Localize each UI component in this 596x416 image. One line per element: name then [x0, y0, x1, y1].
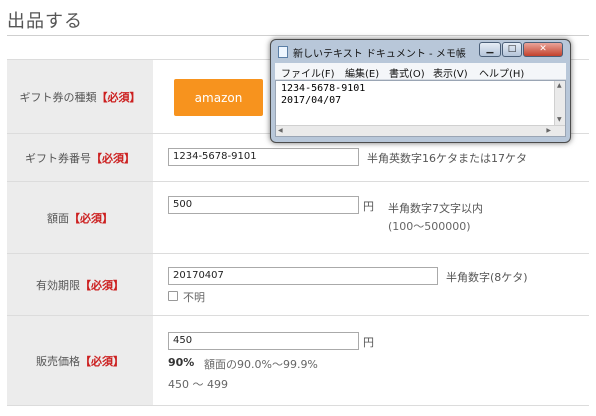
notepad-line: 1234-5678-9101: [281, 83, 366, 94]
menu-help[interactable]: ヘルプ(H): [479, 65, 524, 80]
title-divider: [7, 35, 589, 36]
required-mark: 【必須】: [91, 151, 135, 165]
menu-format[interactable]: 書式(O): [389, 65, 425, 80]
gift-number-label: ギフト券番号 【必須】: [7, 134, 153, 181]
price-value: 450 円 90% 額面の90.0%〜99.9% 450 〜 499: [153, 316, 589, 405]
scroll-left-icon[interactable]: ◀: [278, 128, 283, 134]
face-value-value: 500 円 半角数字7文字以内 (100〜500000): [153, 182, 589, 253]
face-value-hint: 半角数字7文字以内: [388, 202, 483, 215]
expiry-unknown-label: 不明: [183, 291, 205, 304]
face-value-label-text: 額面: [47, 211, 69, 225]
required-mark: 【必須】: [96, 90, 141, 104]
notepad-menubar: ファイル(F) 編集(E) 書式(O) 表示(V) ヘルプ(H): [275, 63, 566, 80]
scroll-down-icon[interactable]: ▼: [557, 117, 562, 123]
face-value-label: 額面 【必須】: [7, 182, 153, 253]
face-value-unit: 円: [363, 200, 374, 213]
notepad-title: 新しいテキスト ドキュメント - メモ帳: [293, 49, 466, 60]
required-mark: 【必須】: [69, 211, 113, 225]
expiry-label: 有効期限 【必須】: [7, 254, 153, 315]
gift-number-input[interactable]: 1234-5678-9101: [168, 148, 359, 166]
price-percent-note: 額面の90.0%〜99.9%: [204, 358, 318, 371]
required-mark: 【必須】: [80, 354, 124, 368]
notepad-window[interactable]: 新しいテキスト ドキュメント - メモ帳 ▁ □ ✕ ファイル(F) 編集(E)…: [270, 39, 571, 143]
face-value-input[interactable]: 500: [168, 196, 359, 214]
notepad-line: 2017/04/07: [281, 95, 342, 106]
gift-number-label-text: ギフト券番号: [25, 151, 91, 165]
price-label: 販売価格 【必須】: [7, 316, 153, 405]
required-mark: 【必須】: [80, 278, 124, 292]
menu-file[interactable]: ファイル(F): [281, 65, 335, 80]
notepad-titlebar[interactable]: 新しいテキスト ドキュメント - メモ帳 ▁ □ ✕: [271, 40, 570, 63]
price-input[interactable]: 450: [168, 332, 359, 350]
price-label-text: 販売価格: [36, 354, 80, 368]
minimize-button[interactable]: ▁: [479, 42, 501, 57]
expiry-input[interactable]: 20170407: [168, 267, 438, 285]
expiry-unknown-checkbox[interactable]: [168, 291, 178, 301]
expiry-label-text: 有効期限: [36, 278, 80, 292]
amazon-button[interactable]: amazon: [174, 79, 263, 116]
face-value-row: 額面 【必須】 500 円 半角数字7文字以内 (100〜500000): [7, 182, 589, 254]
notepad-icon: [278, 46, 288, 58]
expiry-row: 有効期限 【必須】 20170407 半角数字(8ケタ) 不明: [7, 254, 589, 316]
gift-type-label-text: ギフト券の種類: [19, 90, 97, 104]
maximize-button[interactable]: □: [502, 42, 522, 57]
price-unit: 円: [363, 336, 374, 349]
menu-view[interactable]: 表示(V): [433, 65, 468, 80]
expiry-value: 20170407 半角数字(8ケタ) 不明: [153, 254, 589, 315]
scroll-up-icon[interactable]: ▲: [557, 83, 562, 89]
menu-edit[interactable]: 編集(E): [345, 65, 379, 80]
page-title: 出品する: [7, 11, 83, 32]
gift-type-label: ギフト券の種類 【必須】: [7, 60, 153, 133]
close-button[interactable]: ✕: [523, 42, 563, 57]
price-percent: 90%: [168, 356, 195, 369]
expiry-hint: 半角数字(8ケタ): [446, 271, 528, 284]
face-value-range-hint: (100〜500000): [388, 220, 471, 233]
price-range: 450 〜 499: [168, 378, 228, 391]
horizontal-scrollbar[interactable]: ◀ ▶: [276, 125, 565, 136]
notepad-text-area[interactable]: 1234-5678-9101 2017/04/07 ▲ ▼ ◀ ▶: [275, 80, 566, 137]
gift-number-hint: 半角英数字16ケタまたは17ケタ: [367, 152, 527, 165]
scroll-right-icon[interactable]: ▶: [546, 128, 551, 134]
price-row: 販売価格 【必須】 450 円 90% 額面の90.0%〜99.9% 450 〜 …: [7, 316, 589, 406]
